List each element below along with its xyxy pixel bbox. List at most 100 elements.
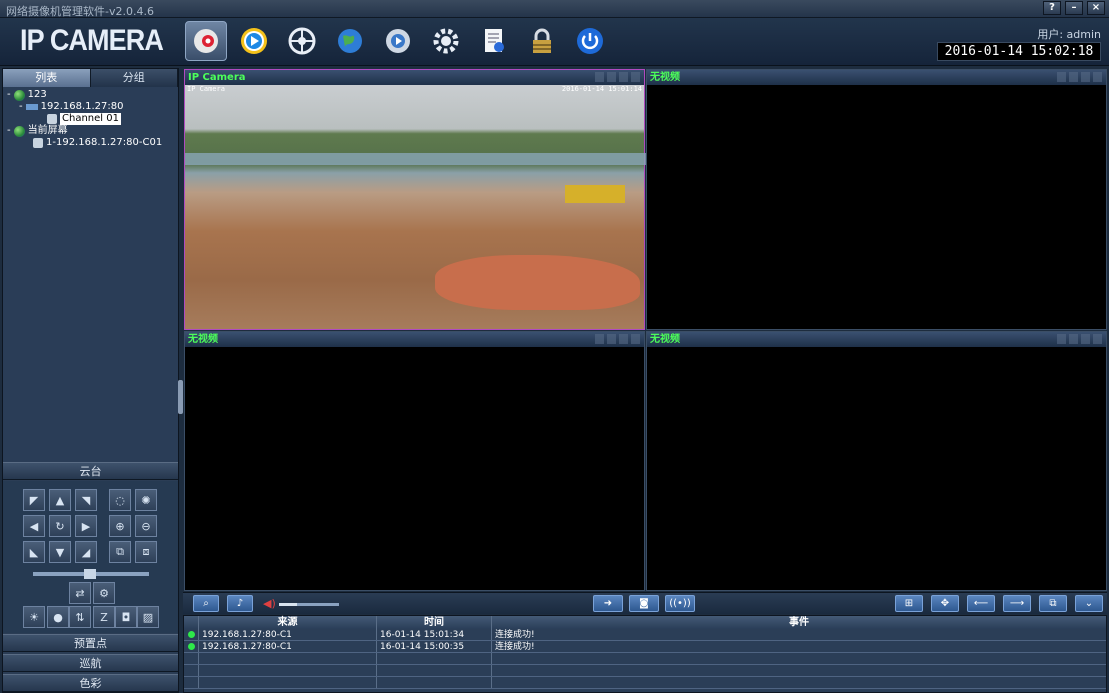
tree-node-device[interactable]: - 192.168.1.27:80 [7,101,174,113]
fullscreen-icon[interactable] [1093,72,1102,82]
power-button[interactable] [569,21,611,61]
scan-button[interactable]: Z [93,606,115,628]
fullscreen-icon[interactable] [1093,334,1102,344]
ptz-up-right-button[interactable]: ◥ [75,489,97,511]
record-button[interactable]: ➜ [593,595,623,612]
row-source: 192.168.1.27:80-C1 [199,629,377,640]
search-button[interactable]: ⌕ [193,595,219,612]
tab-group[interactable]: 分组 [90,69,178,87]
collapse-button[interactable]: ⌄ [1075,595,1103,612]
iris-open-button[interactable]: ⊕ [109,515,131,537]
talk-button[interactable]: ♪ [227,595,253,612]
remote-config-button[interactable] [281,21,323,61]
fullscreen-icon[interactable] [631,334,640,344]
table-row[interactable]: 192.168.1.27:80-C1 16-01-14 15:01:34 连接成… [184,629,1106,641]
table-row[interactable]: 192.168.1.27:80-C1 16-01-14 15:00:35 连接成… [184,641,1106,653]
talk-icon[interactable] [619,72,628,82]
volume-slider[interactable] [279,603,339,606]
video-pane-3[interactable]: 无视频 [184,331,645,591]
help-button[interactable]: ? [1043,1,1061,15]
log-button[interactable] [473,21,515,61]
mirror-button[interactable]: ⇅ [69,606,91,628]
color-section[interactable]: 色彩 [3,674,178,692]
close-button[interactable]: × [1087,1,1105,15]
tree-node-current-screen[interactable]: - 当前屏幕 [7,125,174,137]
ptz-down-right-button[interactable]: ◢ [75,541,97,563]
system-config-button[interactable] [425,21,467,61]
tree-node-screen-channel[interactable]: 1-192.168.1.27:80-C01 [7,137,174,149]
osd-timestamp: 2016-01-14 15:01:14 [561,85,642,93]
speaker-icon[interactable]: ◀) [263,597,276,610]
time-column-header[interactable]: 时间 [377,616,492,629]
record-button[interactable]: ◘ [115,606,137,628]
snapshot-icon[interactable] [1057,334,1066,344]
focus-far-button[interactable]: ✺ [135,489,157,511]
fence [185,153,646,165]
audio-icon[interactable] [1069,334,1078,344]
layout-button[interactable]: ⊞ [895,595,923,612]
ptz-control-button[interactable]: ✥ [931,595,959,612]
collapse-toggle[interactable]: - [7,89,11,101]
focus-near-button[interactable]: ◌ [109,489,131,511]
cruise-section[interactable]: 巡航 [3,654,178,672]
ptz-auto-button[interactable]: ↻ [49,515,71,537]
ptz-left-button[interactable]: ◀ [23,515,45,537]
snapshot-icon[interactable] [595,72,604,82]
zoom-out-button[interactable]: ⧈ [135,541,157,563]
tree-label: 1-192.168.1.27:80-C01 [46,137,163,148]
settings-button[interactable] [377,21,419,61]
fullscreen-icon[interactable] [631,72,640,82]
ptz-header[interactable]: 云台 [3,462,178,480]
audio-icon[interactable] [1069,72,1078,82]
video-pane-4[interactable]: 无视频 [646,331,1107,591]
ptz-up-left-button[interactable]: ◤ [23,489,45,511]
slider-handle[interactable] [84,569,96,579]
tab-list[interactable]: 列表 [3,69,91,87]
wiper-button[interactable]: ● [47,606,69,628]
snapshot-icon[interactable] [1057,72,1066,82]
collapse-toggle[interactable]: - [7,125,11,137]
audio-icon[interactable] [607,72,616,82]
flip-button[interactable]: ⇄ [69,582,91,604]
talk-icon[interactable] [1081,72,1090,82]
collapse-toggle[interactable]: - [19,101,23,113]
audio-icon[interactable] [607,334,616,344]
snapshot-button[interactable]: ◙ [629,595,659,612]
source-column-header[interactable]: 来源 [199,616,377,629]
camera-feed: IP Camera 2016-01-14 15:01:14 [185,85,646,329]
prev-page-button[interactable]: ⟵ [967,595,995,612]
broadcast-button[interactable]: ((•)) [665,595,695,612]
playback-button[interactable] [233,21,275,61]
alarm-button[interactable]: ▨ [137,606,159,628]
talk-icon[interactable] [619,334,628,344]
ptz-up-button[interactable]: ▲ [49,489,71,511]
snapshot-icon[interactable] [595,334,604,344]
panel-splitter[interactable] [178,380,183,414]
row-event: 连接成功! [495,642,535,652]
zoom-in-button[interactable]: ⧉ [109,541,131,563]
gear-settings-icon [433,28,459,54]
event-column-header[interactable]: 事件 [492,616,1106,629]
next-page-button[interactable]: ⟶ [1003,595,1031,612]
camera-icon: ◙ [639,598,649,609]
cycle-button[interactable]: ⧉ [1039,595,1067,612]
log-icon [485,29,504,52]
ptz-down-button[interactable]: ▼ [49,541,71,563]
minimize-button[interactable]: – [1065,1,1083,15]
video-pane-2[interactable]: 无视频 [646,69,1107,330]
lock-button[interactable] [521,21,563,61]
ptz-right-button[interactable]: ▶ [75,515,97,537]
tree-node-channel[interactable]: Channel 01 [7,113,174,125]
preset-section[interactable]: 预置点 [3,634,178,652]
talk-icon[interactable] [1081,334,1090,344]
network-button[interactable] [329,21,371,61]
video-title: 无视频 [650,72,680,83]
ptz-down-left-button[interactable]: ◣ [23,541,45,563]
ptz-speed-slider[interactable] [33,569,149,579]
light-button[interactable]: ☀ [23,606,45,628]
preview-button[interactable] [185,21,227,61]
iris-close-button[interactable]: ⊖ [135,515,157,537]
tree-node-123[interactable]: - 123 [7,89,174,101]
ptz-settings-button[interactable]: ⚙ [93,582,115,604]
video-pane-1[interactable]: IP Camera IP Camera 2016-01-14 15:01:14 [184,69,646,330]
